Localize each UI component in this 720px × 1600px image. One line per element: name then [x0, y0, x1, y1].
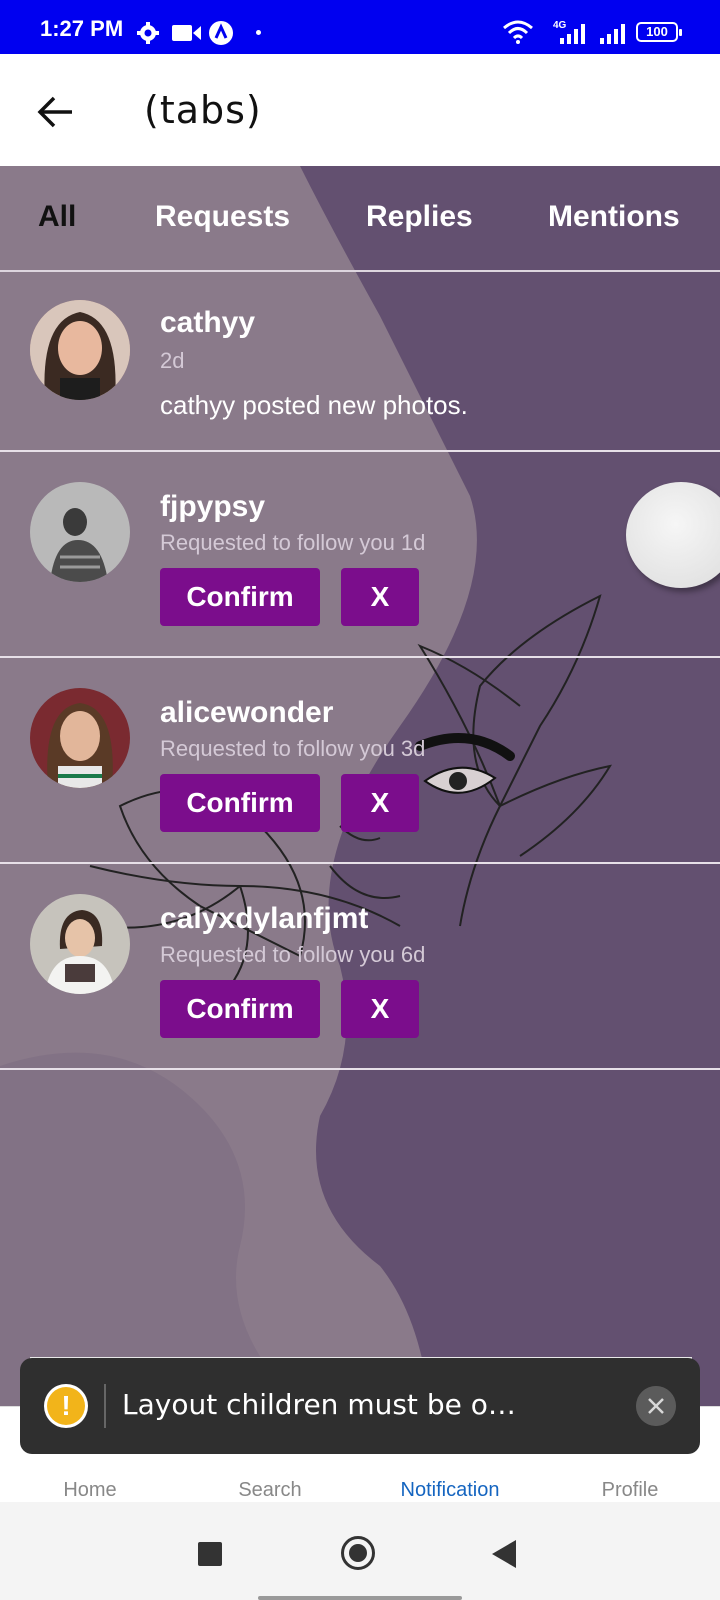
nav-home[interactable]: Home — [0, 1479, 180, 1535]
username[interactable]: cathyy — [160, 306, 255, 340]
confirm-button[interactable]: Confirm — [160, 568, 320, 626]
reject-button[interactable]: X — [341, 980, 419, 1038]
nav-profile[interactable]: Profile — [540, 1479, 720, 1538]
settings-gear-icon — [137, 22, 159, 44]
confirm-button[interactable]: Confirm — [160, 774, 320, 832]
avatar[interactable] — [30, 894, 130, 994]
nav-search[interactable]: Search — [180, 1479, 360, 1502]
signal-strength-icon-2 — [600, 24, 625, 44]
notification-row-alicewonder: alicewonder Requested to follow you 3d C… — [0, 658, 720, 864]
notification-row-cathyy[interactable]: cathyy 2d cathyy posted new photos. — [0, 270, 720, 452]
request-subtitle: Requested to follow you 3d — [160, 736, 426, 761]
signal-strength-icon — [560, 24, 585, 44]
nav-notification-label: Notification — [400, 1479, 500, 1501]
timestamp: 2d — [160, 348, 185, 373]
tab-mentions[interactable]: Mentions — [548, 200, 680, 234]
app-notification-icon — [209, 21, 233, 45]
toast-message: Layout children must be of type Screen… — [122, 1388, 522, 1421]
nav-notification[interactable]: Notification — [360, 1479, 540, 1538]
app-header: (tabs) — [0, 54, 720, 166]
back-triangle-icon[interactable] — [492, 1540, 516, 1568]
tab-requests[interactable]: Requests — [155, 200, 290, 234]
error-toast[interactable]: ! Layout children must be of type Screen… — [20, 1358, 700, 1454]
battery-indicator: 100 — [636, 22, 682, 42]
warning-icon: ! — [44, 1384, 88, 1428]
reject-button[interactable]: X — [341, 568, 419, 626]
system-navigation-bar — [0, 1502, 720, 1600]
username[interactable]: alicewonder — [160, 696, 333, 730]
avatar[interactable] — [30, 300, 130, 400]
recents-square-icon[interactable] — [198, 1542, 222, 1566]
nav-search-label: Search — [238, 1479, 302, 1501]
request-subtitle: Requested to follow you 6d — [160, 942, 426, 967]
notification-row-fjpypsy: fjpypsy Requested to follow you 1d Confi… — [0, 452, 720, 658]
home-indicator — [258, 1596, 462, 1600]
home-circle-icon[interactable] — [341, 1536, 375, 1570]
notifications-panel: All Requests Replies Mentions cathyy 2d … — [0, 166, 720, 1406]
notification-tabs: All Requests Replies Mentions — [0, 166, 720, 272]
tab-replies[interactable]: Replies — [366, 200, 473, 234]
back-arrow-icon[interactable] — [34, 90, 78, 134]
notification-row-calyxdylanfjmt: calyxdylanfjmt Requested to follow you 6… — [0, 864, 720, 1070]
request-subtitle: Requested to follow you 1d — [160, 530, 426, 555]
tab-all[interactable]: All — [38, 200, 76, 234]
avatar[interactable] — [30, 688, 130, 788]
username[interactable]: fjpypsy — [160, 490, 265, 524]
username[interactable]: calyxdylanfjmt — [160, 902, 368, 936]
toast-divider — [104, 1384, 106, 1428]
avatar[interactable] — [30, 482, 130, 582]
close-icon[interactable] — [636, 1386, 676, 1426]
wifi-icon — [503, 20, 533, 44]
reject-button[interactable]: X — [341, 774, 419, 832]
notification-message: cathyy posted new photos. — [160, 390, 468, 420]
nav-home-label: Home — [63, 1479, 117, 1501]
confirm-button[interactable]: Confirm — [160, 980, 320, 1038]
nav-profile-label: Profile — [601, 1479, 659, 1501]
page-title: (tabs) — [144, 88, 262, 132]
status-time: 1:27 PM — [40, 16, 124, 41]
status-bar: 1:27 PM 4G 100 — [0, 0, 720, 54]
status-dot — [256, 30, 261, 35]
video-camera-icon — [172, 25, 201, 41]
